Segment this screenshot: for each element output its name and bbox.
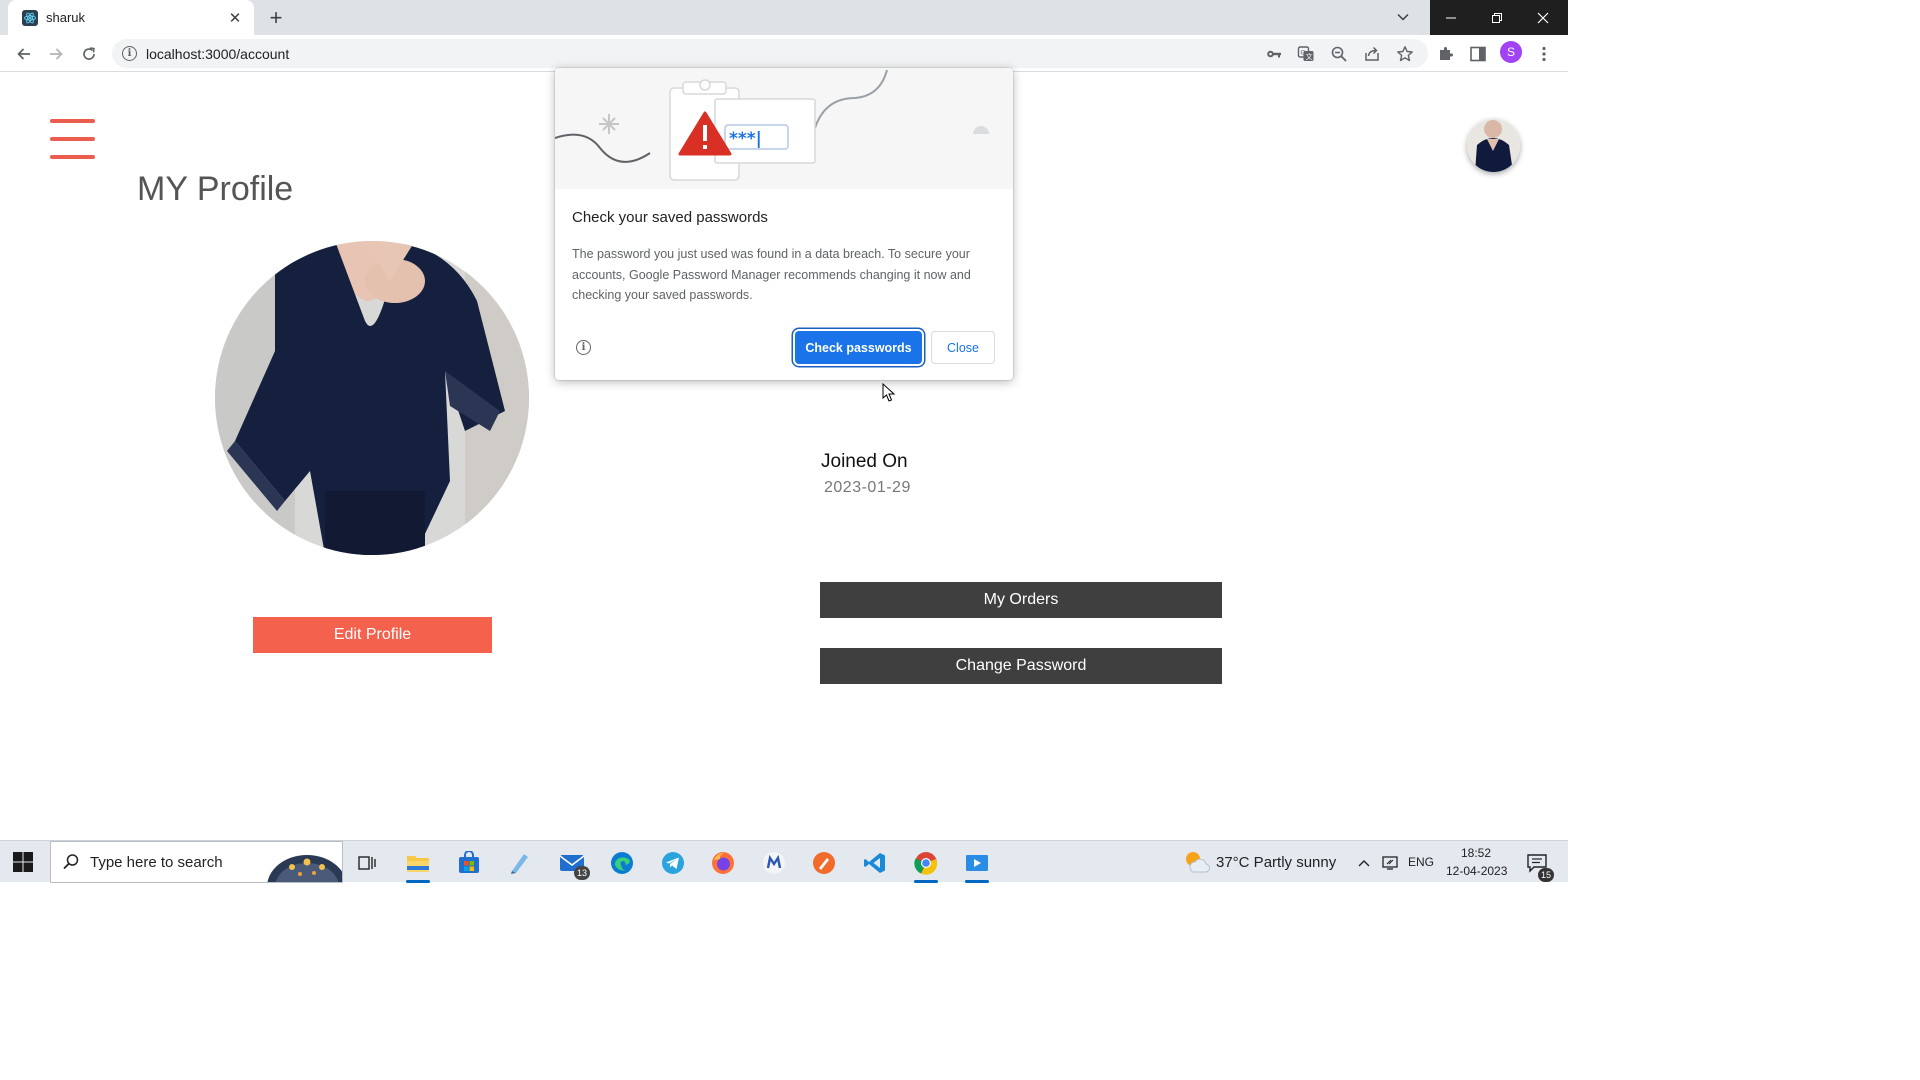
check-passwords-button[interactable]: Check passwords <box>795 331 922 364</box>
clock-date[interactable]: 12-04-2023 <box>1446 864 1507 878</box>
edit-profile-button[interactable]: Edit Profile <box>253 617 492 653</box>
partly-sunny-icon <box>1186 852 1210 873</box>
extensions-puzzle-icon[interactable] <box>1435 43 1457 65</box>
restore-icon[interactable] <box>1474 0 1520 35</box>
search-highlight-image <box>262 842 342 882</box>
windows-taskbar: Type here to search 13 37°C Partly sunny… <box>0 840 1568 883</box>
translate-icon[interactable]: 文G <box>1296 44 1316 64</box>
url-text[interactable]: localhost:3000/account <box>146 46 289 62</box>
search-placeholder: Type here to search <box>90 854 223 871</box>
minimize-icon[interactable] <box>1428 0 1474 35</box>
maps-app-icon[interactable] <box>754 846 794 880</box>
taskbar-search-box[interactable]: Type here to search <box>50 841 343 883</box>
back-arrow-icon[interactable] <box>12 42 36 66</box>
change-password-button[interactable]: Change Password <box>820 648 1222 684</box>
language-indicator[interactable]: ENG <box>1408 855 1434 869</box>
screen-recorder-icon[interactable] <box>957 846 997 883</box>
sublime-draw-icon[interactable] <box>804 846 844 880</box>
dialog-body-text: The password you just used was found in … <box>572 247 971 302</box>
vscode-icon[interactable] <box>855 846 895 880</box>
tray-overflow-chevron-icon[interactable] <box>1353 846 1375 880</box>
mail-badge: 13 <box>574 866 590 880</box>
close-window-icon[interactable] <box>1520 0 1566 35</box>
page-title: MY Profile <box>137 170 294 208</box>
tab-title: sharuk <box>46 10 86 25</box>
search-icon <box>63 854 79 870</box>
weather-widget[interactable]: 37°C Partly sunny <box>1182 849 1336 875</box>
profile-avatar-chip[interactable]: S <box>1500 41 1522 63</box>
share-icon[interactable] <box>1362 44 1382 64</box>
network-display-icon[interactable] <box>1378 846 1402 880</box>
profile-photo <box>215 241 529 555</box>
notification-center-icon[interactable]: 15 <box>1520 846 1554 882</box>
side-panel-icon[interactable] <box>1467 43 1489 65</box>
address-bar[interactable]: i localhost:3000/account 文G <box>112 39 1428 68</box>
firefox-icon[interactable] <box>703 846 743 880</box>
task-view-icon[interactable] <box>347 846 387 880</box>
dialog-info-icon[interactable]: i <box>576 340 591 355</box>
tab-strip: sharuk ✕ + <box>0 0 1568 35</box>
password-key-icon[interactable] <box>1264 44 1284 64</box>
file-explorer-icon[interactable] <box>398 846 438 883</box>
reload-icon[interactable] <box>77 42 101 66</box>
more-menu-icon[interactable] <box>1533 43 1555 65</box>
edge-browser-icon[interactable] <box>602 846 642 880</box>
microsoft-store-icon[interactable] <box>449 846 489 880</box>
header-user-avatar[interactable] <box>1467 119 1520 172</box>
my-orders-button[interactable]: My Orders <box>820 582 1222 618</box>
illustration-password-text: ***| <box>729 129 762 149</box>
weather-text: 37°C Partly sunny <box>1216 853 1337 871</box>
svg-text:文: 文 <box>1306 52 1313 61</box>
joined-on-label: Joined On <box>821 451 908 472</box>
joined-on-value: 2023-01-29 <box>824 479 911 496</box>
notification-count-badge: 15 <box>1538 868 1554 882</box>
forward-arrow-icon[interactable] <box>44 42 68 66</box>
new-tab-icon[interactable]: + <box>264 5 288 30</box>
clock-time[interactable]: 18:52 <box>1461 846 1491 860</box>
svg-text:G: G <box>1301 49 1306 57</box>
drawboard-app-icon[interactable] <box>500 846 540 880</box>
mouse-cursor-icon <box>882 382 896 403</box>
tab-search-chevron-icon[interactable] <box>1392 6 1414 28</box>
chrome-icon[interactable] <box>906 846 946 883</box>
dialog-title: Check your saved passwords <box>572 209 768 226</box>
close-dialog-button[interactable]: Close <box>931 331 995 364</box>
mail-icon[interactable]: 13 <box>552 846 592 880</box>
site-info-icon[interactable]: i <box>122 46 137 61</box>
bookmark-star-icon[interactable] <box>1395 44 1415 64</box>
password-breach-illustration: ***| <box>555 68 1013 189</box>
telegram-icon[interactable] <box>653 846 693 880</box>
tab-close-icon[interactable]: ✕ <box>226 9 244 27</box>
password-breach-dialog: ***| Check your saved passwords The pass… <box>555 68 1013 380</box>
hamburger-menu-icon[interactable] <box>50 119 95 161</box>
react-favicon-icon <box>22 9 38 26</box>
zoom-out-icon[interactable] <box>1329 44 1349 64</box>
browser-tab[interactable]: sharuk ✕ <box>8 0 254 35</box>
browser-toolbar: i localhost:3000/account 文G S <box>0 35 1568 72</box>
windows-start-icon[interactable] <box>12 851 34 873</box>
